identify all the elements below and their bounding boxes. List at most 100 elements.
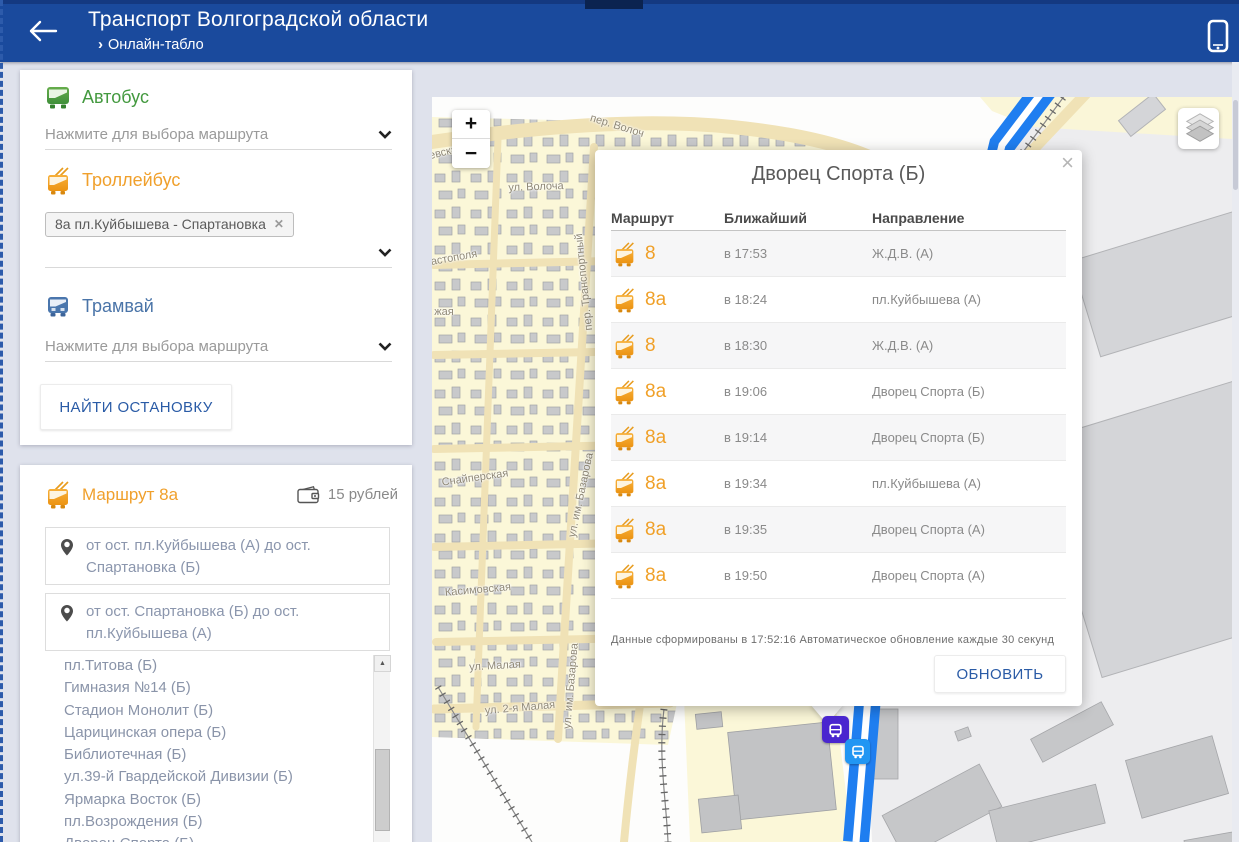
stop-list-item[interactable]: пл.Титова (Б) (40, 655, 372, 677)
arrival-time: в 19:06 (724, 384, 872, 399)
smartphone-icon (1207, 19, 1229, 53)
data-timestamp-note: Данные сформированы в 17:52:16 Автоматич… (611, 634, 1054, 646)
bus-stop-icon (827, 722, 844, 738)
route-number: 8а (645, 289, 666, 311)
arrival-time: в 19:34 (724, 476, 872, 491)
bus-route-select[interactable]: Нажмите для выбора маршрута (45, 120, 392, 150)
map-layers-button[interactable] (1178, 108, 1219, 149)
arrival-time: в 18:24 (724, 292, 872, 307)
popup-title: Дворец Спорта (Б) (595, 163, 1082, 186)
back-button[interactable] (24, 17, 60, 47)
arrival-direction: Дворец Спорта (А) (872, 522, 1066, 537)
arrival-direction: Ж.Д.В. (А) (872, 246, 1066, 261)
arrival-row: 8а в 19:14 Дворец Спорта (Б) (611, 415, 1066, 461)
route-number: 8а (645, 519, 666, 541)
street-label: жая (434, 306, 453, 318)
mobile-version-button[interactable] (1206, 19, 1230, 53)
tram-select-placeholder: Нажмите для выбора маршрута (45, 338, 268, 355)
tram-section-header: Трамвай (45, 294, 154, 318)
direction-item-backward[interactable]: от ост. Спартановка (Б) до ост. пл.Куйбы… (45, 593, 390, 651)
arrival-direction: Ж.Д.В. (А) (872, 338, 1066, 353)
bus-select-placeholder: Нажмите для выбора маршрута (45, 126, 268, 143)
trolleybus-icon (613, 471, 636, 497)
stop-list-item[interactable]: Царицинская опера (Б) (40, 722, 372, 744)
trolleybus-icon (613, 379, 636, 405)
arrival-row: 8а в 19:06 Дворец Спорта (Б) (611, 369, 1066, 415)
trolleybus-icon (613, 563, 636, 589)
stop-marker[interactable] (845, 739, 870, 764)
route-info-header: Маршрут 8а 15 рублей (45, 480, 398, 509)
map-pin-icon (59, 604, 75, 623)
header-dark-tab (585, 0, 643, 9)
stop-list-item[interactable]: пл.Возрождения (Б) (40, 811, 372, 833)
tram-icon (45, 294, 71, 318)
street-label: ул. Волоча (508, 180, 564, 194)
zoom-in-button[interactable]: + (452, 110, 490, 139)
chip-remove-icon[interactable]: ✕ (274, 217, 284, 231)
stops-list: пл.Титова (Б) Гимназия №14 (Б) Стадион М… (40, 655, 372, 842)
online-board-page: Транспорт Волгоградской области › Онлайн… (0, 0, 1239, 842)
route-picker-panel: Автобус Нажмите для выбора маршрута Трол… (20, 70, 412, 445)
stop-list-item[interactable]: Стадион Монолит (Б) (40, 700, 372, 722)
stop-list-item[interactable]: Библиотечная (Б) (40, 744, 372, 766)
chevron-down-icon (378, 248, 392, 257)
tram-route-select[interactable]: Нажмите для выбора маршрута (45, 332, 392, 362)
col-direction: Направление (872, 210, 1066, 226)
stop-list-item[interactable]: Гимназия №14 (Б) (40, 677, 372, 699)
selected-route-chip[interactable]: 8а пл.Куйбышева - Спартановка ✕ (45, 212, 294, 237)
find-stop-button[interactable]: НАЙТИ ОСТАНОВКУ (40, 384, 232, 430)
scroll-up-arrow-icon[interactable]: ▲ (374, 655, 391, 672)
zoom-out-button[interactable]: − (452, 139, 490, 168)
arrivals-table: Маршрут Ближайший Направление 8 в 17:53 … (611, 205, 1066, 599)
arrival-time: в 19:35 (724, 522, 872, 537)
arrow-left-icon (26, 18, 58, 44)
app-header: Транспорт Волгоградской области › Онлайн… (0, 0, 1239, 62)
trolleybus-icon (613, 287, 636, 313)
bus-icon (45, 84, 71, 110)
stops-scrollbar[interactable]: ▲ (373, 655, 390, 842)
arrival-row: 8а в 19:34 пл.Куйбышева (А) (611, 461, 1066, 507)
page-scrollbar-thumb[interactable] (1233, 100, 1238, 190)
arrival-direction: пл.Куйбышева (А) (872, 476, 1066, 491)
map[interactable]: пер. Волоч ул. Волоча евская астополя жа… (432, 97, 1232, 842)
trolleybus-icon (613, 425, 636, 451)
arrival-time: в 17:53 (724, 246, 872, 261)
page-scrollbar[interactable] (1232, 62, 1239, 842)
trolleybus-section-label: Троллейбус (82, 170, 180, 191)
trolleybus-route-select[interactable] (45, 238, 392, 268)
route-title: Маршрут 8а (82, 485, 178, 505)
arrival-row: 8а в 19:35 Дворец Спорта (А) (611, 507, 1066, 553)
chevron-down-icon (378, 342, 392, 351)
map-zoom-control: + − (452, 110, 490, 168)
stop-list-item[interactable]: ул.39-й Гвардейской Дивизии (Б) (40, 766, 372, 788)
trolleybus-icon (613, 333, 636, 359)
bus-section-label: Автобус (82, 87, 149, 108)
arrival-direction: Дворец Спорта (Б) (872, 384, 1066, 399)
layers-icon (1181, 111, 1219, 147)
map-pin-icon (59, 538, 75, 557)
arrival-direction: Дворец Спорта (Б) (872, 430, 1066, 445)
selected-stop-marker[interactable] (822, 716, 849, 743)
route-number: 8а (645, 565, 666, 587)
route-info-panel: Маршрут 8а 15 рублей от ост. пл.Куйбышев… (20, 465, 412, 842)
chevron-down-icon (378, 130, 392, 139)
page-title: Транспорт Волгоградской области (88, 8, 428, 32)
direction-item-forward[interactable]: от ост. пл.Куйбышева (А) до ост. Спартан… (45, 527, 390, 585)
arrival-row: 8а в 18:24 пл.Куйбышева (А) (611, 277, 1066, 323)
left-dashed-outline (0, 0, 3, 842)
bus-stop-icon (850, 744, 866, 759)
arrival-time: в 19:50 (724, 568, 872, 583)
stop-list-item[interactable]: Ярмарка Восток (Б) (40, 789, 372, 811)
fare-label: 15 рублей (328, 486, 398, 503)
arrivals-table-header: Маршрут Ближайший Направление (611, 205, 1066, 231)
bus-section-header: Автобус (45, 84, 149, 110)
breadcrumb-chevron-icon: › (98, 36, 103, 53)
route-number: 8а (645, 427, 666, 449)
stop-list-item[interactable]: Дворец Спорта (Б) (40, 833, 372, 842)
breadcrumb-label: Онлайн-табло (108, 37, 204, 53)
refresh-button[interactable]: ОБНОВИТЬ (934, 655, 1066, 693)
wallet-icon (297, 485, 320, 504)
route-number: 8 (645, 243, 656, 265)
scrollbar-thumb[interactable] (375, 749, 390, 831)
col-route: Маршрут (611, 210, 724, 226)
